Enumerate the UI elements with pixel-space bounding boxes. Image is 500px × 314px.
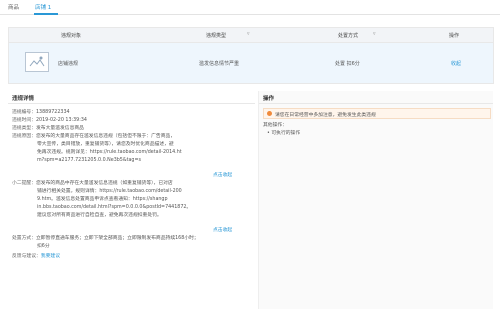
divider (259, 103, 493, 104)
details-title: 违规详情 (12, 96, 35, 102)
table-header: 违规对象 违规类型 ▿ 处置方式 ▿ 操作 (9, 28, 493, 43)
detail-line: 违规时间：2019-02-20 13:39:34 (12, 118, 87, 123)
measure-line: 处置方式：立即暂停直通车服务；立即下架全部商品；立即限制发布商品持续168小时； (12, 236, 199, 241)
tip-link[interactable]: in.bbs.taobao.com/detail.html?spm=0.0.0.… (37, 205, 191, 211)
notice-banner: 请您在日常经营中多加注意，避免发生此类违规 (263, 108, 491, 119)
collapse-link[interactable]: 点击收起 (213, 226, 232, 233)
image-icon (25, 52, 49, 72)
violation-object: 店铺违规 (58, 61, 79, 67)
divider (8, 103, 255, 104)
feedback-link[interactable]: 我要建议 (41, 254, 60, 259)
collapse-link[interactable]: 收起 (451, 60, 461, 67)
tip-line: 9.htm。滥发信息处置商品申诉点查看通知：https://shangp (37, 197, 168, 202)
feedback-line: 反馈与建议：我要建议 (12, 254, 60, 259)
tip-line: 小二提醒：您发布的商品中存在大量滥发信息违规（如重复铺货等），已对店 (12, 181, 173, 186)
detail-line: 违规类型：发布大量滥发信息商品 (12, 126, 84, 131)
warning-icon (267, 111, 272, 116)
tab-shop[interactable]: 店铺 1 (35, 3, 51, 11)
violation-action: 处置 扣6分 (335, 61, 360, 67)
violation-type: 滥发信息情节严重 (199, 61, 240, 67)
details-panel: 违规详情 违规编号：13889722334 违规时间：2019-02-20 13… (8, 91, 255, 309)
tip-line: 建议您对所有商品进行自检自查，避免再次违规扣重处罚。 (37, 213, 162, 218)
operations-panel: 操作 请您在日常经营中多加注意，避免发生此类违规 其他操作： • 可执行的操作 (258, 91, 493, 309)
header-type: 违规类型 (206, 33, 227, 39)
detail-line: 违规编号：13889722334 (12, 110, 70, 115)
operations-title: 操作 (263, 96, 275, 102)
filter-icon[interactable]: ▿ (247, 31, 250, 37)
detail-line: 零大宣传，类目错放，重复铺货等），请您及时优化商品描述，避 (37, 142, 174, 147)
tab-bar: 商品 店铺 1 (0, 0, 500, 15)
tab-goods[interactable]: 商品 (8, 3, 19, 11)
notice-text: 请您在日常经营中多加注意，避免发生此类违规 (275, 112, 376, 118)
detail-line: 免再次违规。规则详见：https://rule.taobao.com/detai… (37, 150, 182, 155)
other-ops-label: 其他操作： (263, 123, 287, 128)
table-row: 店铺违规 滥发信息情节严重 处置 扣6分 收起 (9, 43, 493, 83)
collapse-link[interactable]: 点击收起 (213, 171, 232, 178)
violation-table: 违规对象 违规类型 ▿ 处置方式 ▿ 操作 店铺违规 滥发信息情节严重 处置 扣… (8, 27, 494, 84)
filter-icon[interactable]: ▿ (373, 31, 376, 37)
tip-line: 铺进行相关处置。规则详情：https://rule.taobao.com/det… (37, 189, 182, 194)
rule-link[interactable]: m?spm=a2177.7231205.0.0.Ne3b5&tag=s (37, 158, 141, 164)
active-tab-indicator (34, 13, 58, 15)
detail-line: 违规原因：您发布的大量商品存在滥发信息违规（包括但不限于：广告商品， (12, 134, 176, 139)
header-action: 处置方式 (338, 33, 359, 39)
measure-line: 扣6分 (37, 244, 50, 249)
header-op: 操作 (449, 33, 460, 39)
header-object: 违规对象 (61, 33, 82, 39)
other-ops-item: • 可执行的操作 (267, 131, 301, 136)
